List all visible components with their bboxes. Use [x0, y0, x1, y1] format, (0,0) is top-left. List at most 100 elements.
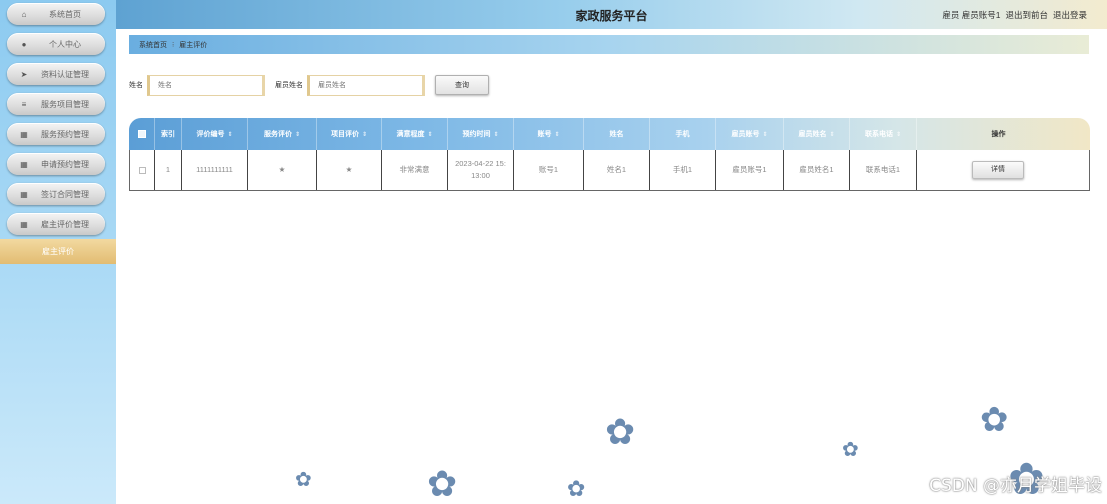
header-contact-phone[interactable]: 联系电话 ⇕	[850, 118, 917, 150]
sort-icon: ⇕	[227, 131, 233, 138]
header-booking-time[interactable]: 预约时间 ⇕	[448, 118, 514, 150]
header-review-code[interactable]: 评价编号 ⇕	[182, 118, 248, 150]
name-label: 姓名	[129, 82, 143, 89]
user-icon: ●	[21, 39, 27, 49]
grid-icon: ▦	[20, 159, 28, 169]
booking-time-line2: 13:00	[471, 171, 490, 180]
top-header: 家政服务平台 雇员 雇员账号1 退出到前台 退出登录	[116, 0, 1107, 29]
header-project-rating[interactable]: 项目评价 ⇕	[317, 118, 382, 150]
sidebar-item-label: 服务预约管理	[41, 129, 89, 139]
grid-icon: ▦	[20, 129, 28, 139]
header-label: 操作	[991, 131, 1006, 138]
back-to-front-link[interactable]: 退出到前台	[1005, 9, 1048, 21]
header-links: 雇员 雇员账号1 退出到前台 退出登录	[942, 9, 1087, 21]
cell-employee-name: 雇员姓名1	[784, 150, 850, 190]
header-label: 索引	[161, 131, 175, 138]
sidebar-subitem-employer-review[interactable]: 雇主评价	[0, 239, 116, 264]
sidebar-item-booking-requests[interactable]: ▦ 申请预约管理	[7, 153, 105, 175]
header-label: 姓名	[609, 131, 624, 138]
cell-phone: 手机1	[650, 150, 716, 190]
flower-decoration-icon: ✿	[567, 476, 586, 501]
sort-icon: ⇕	[427, 131, 433, 138]
sort-icon: ⇕	[762, 131, 768, 138]
booking-time-line1: 2023-04-22 15:	[455, 159, 506, 168]
header-name: 姓名	[584, 118, 650, 150]
cell-service-rating: ★	[248, 150, 317, 190]
flower-decoration-icon: ✿	[980, 401, 1009, 439]
sidebar-item-employer-reviews[interactable]: ▦ 雇主评价管理	[7, 213, 105, 235]
cell-name: 姓名1	[584, 150, 650, 190]
name-input[interactable]	[147, 74, 265, 96]
send-icon: ➤	[20, 69, 28, 79]
header-phone: 手机	[650, 118, 716, 150]
header-label: 项目评价	[330, 131, 359, 138]
sidebar-item-label: 系统首页	[49, 9, 81, 19]
header-service-rating[interactable]: 服务评价 ⇕	[248, 118, 317, 150]
breadcrumb: 系统首页 ⁝ 雇主评价	[129, 35, 1089, 54]
sidebar-item-label: 申请预约管理	[41, 159, 89, 169]
cell-project-rating: ★	[317, 150, 382, 190]
sidebar-item-home[interactable]: ⌂ 系统首页	[7, 3, 105, 25]
cell-employee-account: 雇员账号1	[716, 150, 784, 190]
flower-decoration-icon: ✿	[295, 469, 312, 491]
header-index: 索引	[155, 118, 182, 150]
sort-icon: ⇕	[493, 131, 499, 138]
breadcrumb-home[interactable]: 系统首页	[139, 40, 167, 50]
employee-name-input[interactable]	[307, 74, 425, 96]
current-user: 雇员 雇员账号1	[942, 10, 1001, 20]
sort-icon: ⇕	[895, 131, 902, 138]
sidebar-item-label: 签订合同管理	[41, 189, 89, 199]
sidebar-item-certification[interactable]: ➤ 资料认证管理	[7, 63, 105, 85]
logout-link[interactable]: 退出登录	[1053, 9, 1087, 21]
select-all-cell	[129, 118, 155, 150]
row-checkbox[interactable]	[138, 166, 146, 174]
header-label: 评价编号	[196, 131, 225, 138]
header-satisfaction[interactable]: 满意程度 ⇕	[382, 118, 448, 150]
grid-icon: ▦	[20, 189, 28, 199]
grid-icon: ▦	[20, 219, 28, 229]
sidebar-item-contracts[interactable]: ▦ 签订合同管理	[7, 183, 105, 205]
header-label: 雇员姓名	[798, 131, 827, 138]
sidebar-item-service-projects[interactable]: ≡ 服务项目管理	[7, 93, 105, 115]
search-button[interactable]: 查询	[435, 75, 489, 95]
sidebar-item-label: 个人中心	[49, 39, 81, 49]
sort-icon: ⇕	[554, 131, 560, 138]
cell-contact-phone: 联系电话1	[850, 150, 917, 190]
header-employee-account[interactable]: 雇员账号 ⇕	[716, 118, 784, 150]
list-icon: ≡	[21, 99, 27, 109]
watermark: CSDN @亦月学姐毕设	[929, 476, 1102, 496]
header-employee-name[interactable]: 雇员姓名 ⇕	[784, 118, 850, 150]
search-bar: 姓名 雇员姓名 查询	[129, 74, 489, 96]
detail-button[interactable]: 详情	[972, 161, 1024, 179]
sidebar-item-service-booking[interactable]: ▦ 服务预约管理	[7, 123, 105, 145]
table-row: 1 1111111111 ★ ★ 非常满意 2023-04-22 15: 13:…	[129, 150, 1090, 191]
sidebar-item-personal-center[interactable]: ● 个人中心	[7, 33, 105, 55]
flower-decoration-icon: ✿	[427, 463, 458, 504]
sort-icon: ⇕	[294, 131, 301, 138]
sidebar-item-label: 服务项目管理	[41, 99, 89, 109]
header-actions: 操作	[917, 118, 1080, 150]
cell-account: 账号1	[514, 150, 584, 190]
header-label: 联系电话	[864, 131, 893, 138]
employee-name-label: 雇员姓名	[275, 82, 303, 89]
home-icon: ⌂	[21, 9, 27, 19]
sidebar: ⌂ 系统首页 ● 个人中心 ➤ 资料认证管理 ≡ 服务项目管理 ▦ 服务预约管理 ▦ 申请预…	[0, 0, 116, 504]
header-label: 满意程度	[396, 131, 425, 138]
flower-decoration-icon: ✿	[842, 439, 859, 461]
header-label: 账号	[537, 131, 552, 138]
select-all-checkbox[interactable]	[137, 130, 146, 138]
cell-satisfaction: 非常满意	[382, 150, 448, 190]
reviews-table: 索引 评价编号 ⇕ 服务评价 ⇕ 项目评价 ⇕ 满意程度 ⇕ 预约时间 ⇕ 账号 ⇕ 姓名 …	[129, 118, 1090, 191]
sidebar-item-label: 资料认证管理	[41, 69, 89, 79]
header-account[interactable]: 账号 ⇕	[514, 118, 584, 150]
header-label: 预约时间	[462, 131, 491, 138]
sort-icon: ⇕	[829, 131, 835, 138]
table-header: 索引 评价编号 ⇕ 服务评价 ⇕ 项目评价 ⇕ 满意程度 ⇕ 预约时间 ⇕ 账号 ⇕ 姓名 …	[129, 118, 1090, 150]
cell-index: 1	[155, 150, 182, 190]
sidebar-item-label: 雇主评价管理	[41, 219, 89, 229]
header-label: 雇员账号	[731, 131, 760, 138]
cell-booking-time: 2023-04-22 15: 13:00	[448, 150, 514, 190]
flower-decoration-icon: ✿	[605, 411, 636, 452]
cell-actions: 详情	[917, 150, 1079, 190]
row-select-cell	[130, 150, 155, 190]
